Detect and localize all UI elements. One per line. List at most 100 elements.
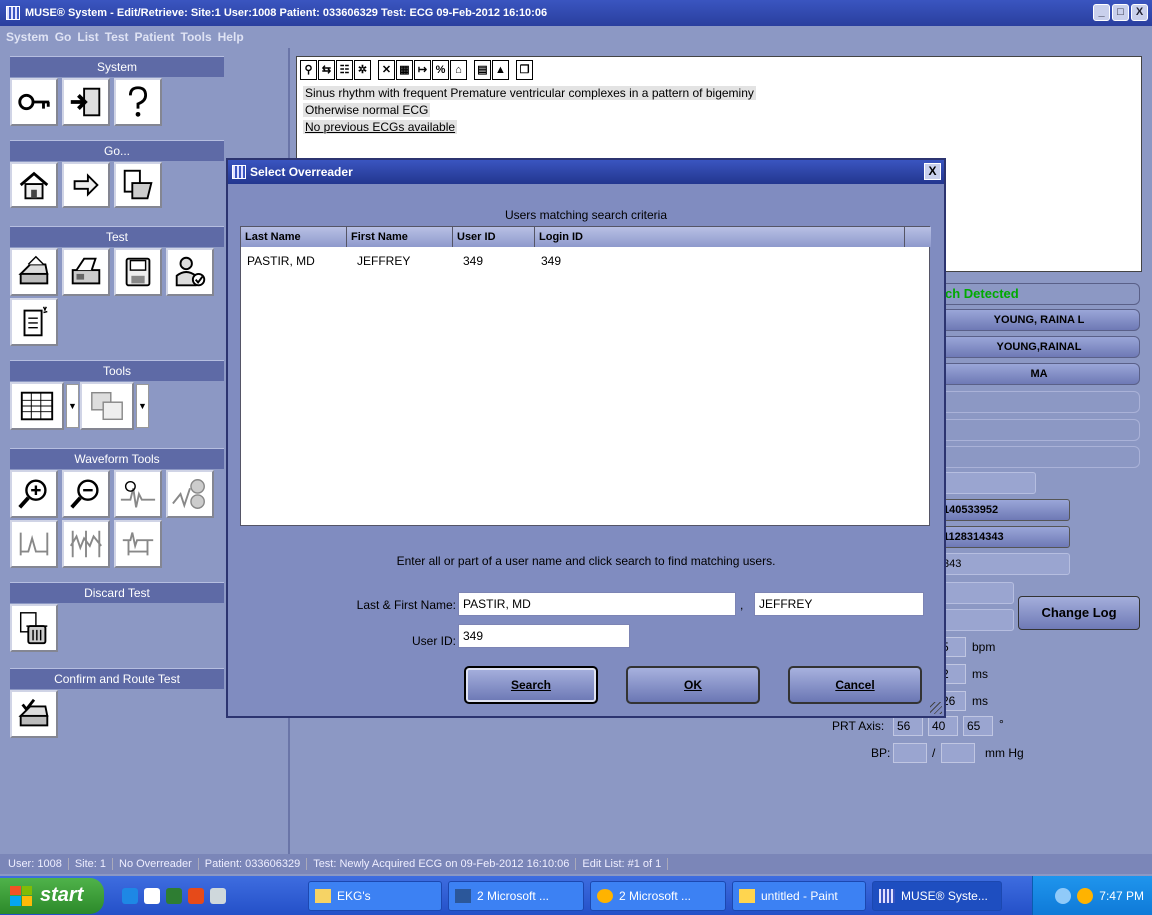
secondary-id-field[interactable]: 343 xyxy=(938,553,1070,575)
back-icon[interactable] xyxy=(1055,887,1072,904)
fax-button[interactable] xyxy=(62,248,110,296)
col-login-id[interactable]: Login ID xyxy=(535,227,905,247)
swap-icon[interactable]: ⇆ xyxy=(318,60,335,80)
table-row[interactable]: PASTIR, MD JEFFREY 349 349 xyxy=(241,251,931,271)
patient-name-alt-field[interactable]: YOUNG,RAINAL xyxy=(938,336,1140,358)
home-button[interactable] xyxy=(10,162,58,208)
last-name-input[interactable] xyxy=(458,592,736,616)
dialog-title-bar[interactable]: Select Overreader xyxy=(228,160,944,184)
col-user-id[interactable]: User ID xyxy=(453,227,535,247)
window-title-bar[interactable]: MUSE® System - Edit/Retrieve: Site:1 Use… xyxy=(0,0,1152,26)
change-log-button[interactable]: Change Log xyxy=(1018,596,1140,630)
user-id-input[interactable] xyxy=(458,624,630,648)
cancel-button[interactable]: Cancel xyxy=(788,666,922,704)
first-name-input[interactable] xyxy=(754,592,924,616)
menu-test[interactable]: Test xyxy=(105,30,129,44)
interval-button[interactable] xyxy=(10,520,58,568)
save-button[interactable] xyxy=(114,248,162,296)
floppy-disk-icon xyxy=(125,257,151,287)
menu-tools[interactable]: Tools xyxy=(181,30,212,44)
logout-button[interactable] xyxy=(62,78,110,126)
menu-list[interactable]: List xyxy=(77,30,98,44)
task-ekgs[interactable]: EKG's xyxy=(308,880,442,911)
rhythm-button[interactable] xyxy=(114,520,162,568)
dialog-close-button[interactable]: X xyxy=(924,163,941,180)
copy-icon[interactable]: ▤ xyxy=(474,60,491,80)
close-button[interactable]: X xyxy=(1131,4,1148,21)
patient-name-field[interactable]: YOUNG, RAINA L xyxy=(938,309,1140,331)
menu-patient[interactable]: Patient xyxy=(135,30,175,44)
menu-system[interactable]: System xyxy=(6,30,49,44)
r-axis-field[interactable]: 40 xyxy=(928,716,958,736)
waveform-measure-button[interactable] xyxy=(114,470,162,518)
task-word[interactable]: 2 Microsoft ... xyxy=(448,880,584,911)
system-tray: 7:47 PM xyxy=(1032,876,1152,915)
start-button[interactable]: start xyxy=(0,877,104,914)
empty-field-3[interactable] xyxy=(938,446,1140,468)
empty-field-1[interactable] xyxy=(938,391,1140,413)
print-button[interactable] xyxy=(10,248,58,296)
text-style-icon[interactable]: ↦ xyxy=(414,60,431,80)
multi-interval-button[interactable] xyxy=(62,520,110,568)
empty-field-2[interactable] xyxy=(938,419,1140,441)
bp-diastolic-field[interactable] xyxy=(941,743,975,763)
report-line-1[interactable]: Sinus rhythm with frequent Premature ven… xyxy=(303,86,756,100)
users-icon[interactable]: ☷ xyxy=(336,60,353,80)
menu-help[interactable]: Help xyxy=(218,30,244,44)
empty-field-6[interactable] xyxy=(938,609,1014,631)
confirm-route-button[interactable] xyxy=(10,690,58,738)
compare-tool-button[interactable] xyxy=(80,382,134,430)
search-button[interactable]: Search xyxy=(464,666,598,704)
up-arrow-icon[interactable]: ▲ xyxy=(492,60,509,80)
col-first-name[interactable]: First Name xyxy=(347,227,453,247)
powerpoint-icon[interactable] xyxy=(188,887,204,904)
clock[interactable]: 7:47 PM xyxy=(1099,889,1144,903)
grid-tool-dropdown[interactable]: ▼ xyxy=(66,384,79,428)
users-list[interactable]: Last Name First Name User ID Login ID PA… xyxy=(240,226,931,526)
excel-icon[interactable] xyxy=(166,887,182,904)
new-document-button[interactable] xyxy=(10,298,58,346)
window-icon[interactable]: ❐ xyxy=(516,60,533,80)
task-paint[interactable]: untitled - Paint xyxy=(732,880,866,911)
find-replace-icon[interactable]: % xyxy=(432,60,449,80)
lock-icon[interactable]: ⌂ xyxy=(450,60,467,80)
open-file-button[interactable] xyxy=(114,162,162,208)
bp-systolic-field[interactable] xyxy=(893,743,927,763)
patient-attribute-field[interactable]: MA xyxy=(938,363,1140,385)
key-button[interactable] xyxy=(10,78,58,126)
resize-grip[interactable] xyxy=(930,702,942,714)
task-muse[interactable]: MUSE® Syste... xyxy=(872,880,1002,911)
caliper-button[interactable] xyxy=(166,470,214,518)
zoom-out-button[interactable] xyxy=(62,470,110,518)
empty-field-4[interactable] xyxy=(938,472,1036,494)
ok-button[interactable]: OK xyxy=(626,666,760,704)
next-button[interactable] xyxy=(62,162,110,208)
help-button[interactable] xyxy=(114,78,162,126)
report-line-3[interactable]: No previous ECGs available xyxy=(303,120,458,134)
patient-id-field[interactable]: 140533952 xyxy=(938,499,1070,521)
pin-icon[interactable]: ⚲ xyxy=(300,60,317,80)
delete-icon[interactable]: ✕ xyxy=(378,60,395,80)
confirm-user-button[interactable] xyxy=(166,248,214,296)
chrome-icon[interactable] xyxy=(144,887,160,904)
discard-test-button[interactable] xyxy=(10,604,58,652)
col-last-name[interactable]: Last Name xyxy=(241,227,347,247)
settings-icon[interactable]: ✲ xyxy=(354,60,371,80)
t-axis-field[interactable]: 65 xyxy=(963,716,993,736)
compare-tool-dropdown[interactable]: ▼ xyxy=(136,384,149,428)
maximize-button[interactable]: □ xyxy=(1112,4,1129,21)
task-chrome[interactable]: 2 Microsoft ... xyxy=(590,880,726,911)
minimize-button[interactable]: _ xyxy=(1093,4,1110,21)
empty-field-5[interactable] xyxy=(938,582,1014,604)
report-line-2[interactable]: Otherwise normal ECG xyxy=(303,103,431,117)
zoom-in-button[interactable] xyxy=(10,470,58,518)
account-id-field[interactable]: 1128314343 xyxy=(938,526,1070,548)
task-label: EKG's xyxy=(337,888,371,903)
chrome-tray-icon[interactable] xyxy=(1077,887,1094,904)
grid-tool-button[interactable] xyxy=(10,382,64,430)
p-axis-field[interactable]: 56 xyxy=(893,716,923,736)
ie-icon[interactable] xyxy=(122,887,138,904)
menu-go[interactable]: Go xyxy=(55,30,72,44)
app-icon[interactable] xyxy=(210,887,226,904)
grid-icon[interactable]: ▦ xyxy=(396,60,413,80)
